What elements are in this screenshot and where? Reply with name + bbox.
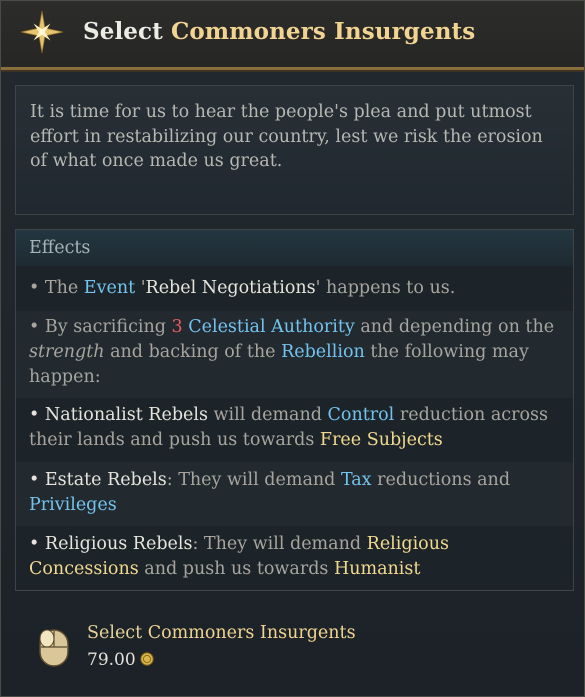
effect-text: By sacrificing <box>44 317 166 337</box>
gold-coin-icon <box>140 652 154 666</box>
rebel-type: Nationalist Rebels <box>44 405 208 425</box>
effect-text: will demand <box>213 405 322 425</box>
effect-item-nationalist: • Nationalist Rebels will demand Control… <box>16 403 573 453</box>
free-subjects-link[interactable]: Free Subjects <box>320 430 443 450</box>
effect-text: reductions and <box>377 470 511 490</box>
effect-text: : They will demand <box>166 470 336 490</box>
effect-text: and push us towards <box>144 559 329 579</box>
bullet: • <box>29 470 40 490</box>
effect-text: and backing of the <box>110 342 276 362</box>
footer-prefix: Select <box>87 623 143 643</box>
rebel-type: Estate Rebels <box>44 470 167 490</box>
bullet: • <box>29 278 40 298</box>
rebel-type: Religious Rebels <box>44 534 193 554</box>
description-box: It is time for us to hear the people's p… <box>15 85 574 215</box>
effect-text: The <box>44 278 79 298</box>
event-link[interactable]: Event <box>84 278 135 298</box>
bullet: • <box>29 317 40 337</box>
effect-text: and depending on the <box>360 317 555 337</box>
humanist-link[interactable]: Humanist <box>334 559 420 579</box>
celestial-authority-link[interactable]: Celestial Authority <box>188 317 355 337</box>
bullet: • <box>29 405 40 425</box>
effect-item-event: • The Event 'Rebel Negotiations' happens… <box>16 276 573 301</box>
compass-star-icon <box>20 10 64 54</box>
effects-section: Effects • The Event 'Rebel Negotiations'… <box>15 229 574 591</box>
cost-value: 79.00 <box>87 650 136 670</box>
footer-option-name: Commoners Insurgents <box>147 623 356 643</box>
effect-text: ' happens to us. <box>315 278 456 298</box>
effect-item-religious: • Religious Rebels: They will demand Rel… <box>16 532 573 582</box>
privileges-link[interactable]: Privileges <box>29 495 117 515</box>
effect-item-sacrifice: • By sacrificing 3 Celestial Authority a… <box>16 311 573 398</box>
tax-link[interactable]: Tax <box>341 470 372 490</box>
sacrifice-amount: 3 <box>171 317 183 337</box>
rebellion-link[interactable]: Rebellion <box>281 342 365 362</box>
event-option-tooltip: Select Commoners Insurgents It is time f… <box>0 0 585 697</box>
title-name: Commoners Insurgents <box>170 18 476 45</box>
effect-text: : They will demand <box>192 534 362 554</box>
bullet: • <box>29 534 40 554</box>
effect-italic: strength <box>29 342 105 362</box>
mouse-icon <box>39 629 69 667</box>
tooltip-header: Select Commoners Insurgents <box>1 1 584 70</box>
effects-title: Effects <box>29 238 91 258</box>
event-name: Rebel Negotiations <box>145 278 316 298</box>
title-prefix: Select <box>83 18 163 45</box>
effects-header: Effects <box>16 230 573 266</box>
effect-item-estate: • Estate Rebels: They will demand Tax re… <box>16 462 573 526</box>
control-link[interactable]: Control <box>328 405 395 425</box>
tooltip-title: Select Commoners Insurgents <box>83 18 475 45</box>
description-text: It is time for us to hear the people's p… <box>30 102 543 171</box>
footer-select-label: Select Commoners Insurgents <box>87 623 356 643</box>
